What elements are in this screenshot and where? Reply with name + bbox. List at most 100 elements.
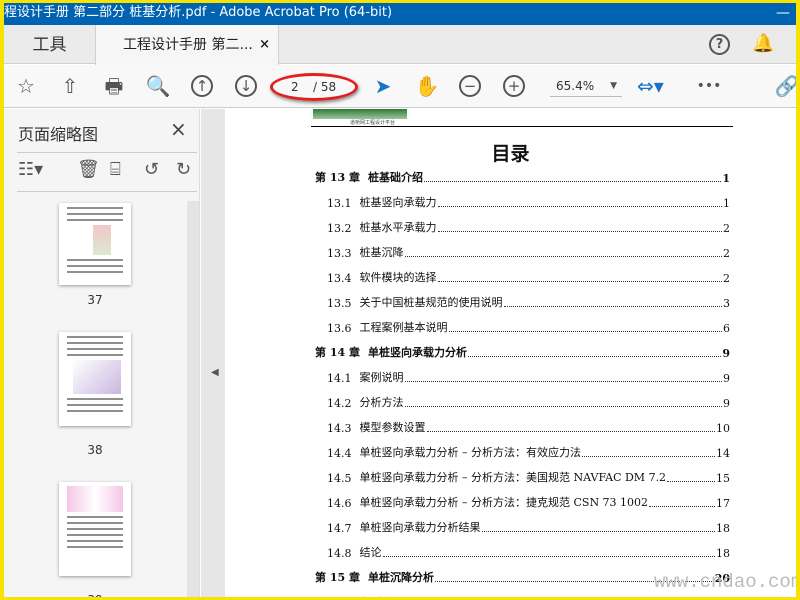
rotate-ccw-icon[interactable]: ↺ <box>144 159 159 180</box>
toc-entry[interactable]: 第 13 章桩基础介绍 1 <box>315 169 730 185</box>
hand-tool-icon[interactable]: ✋ <box>414 73 440 99</box>
toc-page: 2 <box>723 222 730 235</box>
toc-leader <box>437 231 722 232</box>
tab-bar: 工具 工程设计手册 第二... × ? 🔔 ⋮ <box>4 25 796 65</box>
toc-entry[interactable]: 13.4 软件模块的选择 2 <box>327 269 730 285</box>
toc-leader <box>404 406 722 407</box>
tab-document[interactable]: 工程设计手册 第二... × <box>95 25 279 65</box>
acrobat-window: 程设计手册 第二部分 桩基分析.pdf - Adobe Acrobat Pro … <box>4 3 796 597</box>
tab-tools[interactable]: 工具 <box>4 25 95 64</box>
toc-entry[interactable]: 14.2 分析方法 9 <box>327 394 730 410</box>
toc-number: 14.7 <box>327 522 352 535</box>
toc-page: 2 <box>723 247 730 260</box>
upload-cloud-icon[interactable]: ⇧ <box>57 73 83 99</box>
toc-label: 单桩竖向承载力分析 – 分析方法：美国规范 NAVFAC DM 7.2 <box>359 471 667 484</box>
toc-number: 14.5 <box>327 472 352 485</box>
bookmark-star-icon[interactable]: ☆ <box>13 73 39 99</box>
toc-number: 14.3 <box>327 422 352 435</box>
help-icon[interactable]: ? <box>709 34 730 55</box>
toc-page: 18 <box>716 522 730 535</box>
minimize-button[interactable]: — <box>776 3 790 23</box>
thumbnail-options-icon[interactable]: ☷▾ <box>18 159 43 180</box>
toc-entry[interactable]: 14.4 单桩竖向承载力分析 – 分析方法：有效应力法 14 <box>327 444 730 460</box>
toc-number: 第 15 章 <box>315 571 360 584</box>
toc-entry[interactable]: 14.3 模型参数设置 10 <box>327 419 730 435</box>
toc-number: 13.4 <box>327 272 352 285</box>
insert-page-icon[interactable]: ⌸ <box>110 159 121 180</box>
toc-leader <box>437 281 722 282</box>
toc-label: 桩基沉降 <box>359 246 404 259</box>
print-icon[interactable]: 🖶 <box>101 73 127 99</box>
panel-scrollbar[interactable] <box>187 201 199 597</box>
toc-label: 分析方法 <box>359 396 404 409</box>
thumbnail-page-38[interactable] <box>59 332 131 426</box>
toc-entry[interactable]: 13.1 桩基竖向承载力 1 <box>327 194 730 210</box>
toc-leader <box>423 181 722 182</box>
toc-entry[interactable]: 14.7 单桩竖向承载力分析结果 18 <box>327 519 730 535</box>
thumbnail-page-37[interactable] <box>59 203 131 285</box>
header-logo <box>313 109 407 119</box>
toc-entry[interactable]: 15.1案例说明20 <box>327 594 730 597</box>
zoom-in-icon[interactable]: + <box>503 75 525 97</box>
collapse-panel-icon[interactable]: ◀ <box>211 367 219 378</box>
toc-number: 第 14 章 <box>315 346 360 359</box>
toc-number: 14.2 <box>327 397 352 410</box>
close-panel-icon[interactable]: × <box>170 117 187 141</box>
current-page[interactable]: 2 <box>291 76 299 98</box>
toc-leader <box>437 206 722 207</box>
bell-icon[interactable]: 🔔 <box>752 33 774 54</box>
document-viewer: ◀ 道桥网工程设计平台 目录 第 13 章桩基础介绍 1 13.1 桩基竖向承载力 1 1… <box>201 109 796 597</box>
next-page-icon[interactable]: ↓ <box>235 75 257 97</box>
more-vertical-icon[interactable]: ⋮ <box>790 26 796 44</box>
rotate-cw-icon[interactable]: ↻ <box>176 159 191 180</box>
toolbar: ☆ ⇧ 🖶 🔍 ↑ ↓ 2 / 58 ➤ ✋ − + 65.4% ▼ ⇔▾ ••… <box>4 65 796 108</box>
toc-number: 第 13 章 <box>315 171 360 184</box>
toc-leader <box>404 256 722 257</box>
thumbnail-label: 39 <box>59 593 131 597</box>
toc-leader <box>448 331 722 332</box>
toc-number: 13.6 <box>327 322 352 335</box>
toc-page: 2 <box>723 272 730 285</box>
toc-entry[interactable]: 14.5 单桩竖向承载力分析 – 分析方法：美国规范 NAVFAC DM 7.2 1… <box>327 469 730 485</box>
toc-leader <box>649 506 715 507</box>
toc-label: 关于中国桩基规范的使用说明 <box>359 296 503 309</box>
page-number-field[interactable]: 2 / 58 <box>270 73 358 101</box>
zoom-select[interactable]: 65.4% ▼ <box>550 77 622 97</box>
select-cursor-icon[interactable]: ➤ <box>370 73 396 99</box>
zoom-out-icon[interactable]: − <box>459 75 481 97</box>
thumbnail-list: 37 38 39 <box>17 199 187 597</box>
share-link-icon[interactable]: 🔗 <box>774 73 796 99</box>
delete-page-icon[interactable]: 🗑 <box>77 159 100 180</box>
toc-number: 13.5 <box>327 297 352 310</box>
thumbnail-label: 37 <box>87 293 103 307</box>
toc-leader <box>481 531 715 532</box>
toc-page: 1 <box>722 172 730 185</box>
toc-entry[interactable]: 13.5 关于中国桩基规范的使用说明 3 <box>327 294 730 310</box>
toc-entry[interactable]: 13.6 工程案例基本说明 6 <box>327 319 730 335</box>
thumbnail-page-39[interactable] <box>59 482 131 576</box>
pdf-page: 道桥网工程设计平台 目录 第 13 章桩基础介绍 1 13.1 桩基竖向承载力 1 13.… <box>225 109 796 597</box>
toc-label: 结论 <box>359 546 382 559</box>
toc-entry[interactable]: 13.2 桩基水平承载力 2 <box>327 219 730 235</box>
toc-page: 14 <box>716 447 730 460</box>
toc-label: 单桩竖向承载力分析 <box>367 346 467 359</box>
toc-leader <box>503 306 722 307</box>
toc-number: 14.4 <box>327 447 352 460</box>
toc-entry[interactable]: 14.6 单桩竖向承载力分析 – 分析方法：捷克规范 CSN 73 1002 17 <box>327 494 730 510</box>
toc-entry[interactable]: 13.3 桩基沉降 2 <box>327 244 730 260</box>
toc-page: 1 <box>723 197 730 210</box>
toc-entry[interactable]: 第 14 章单桩竖向承载力分析 9 <box>315 344 730 360</box>
toc-page: 3 <box>723 297 730 310</box>
divider <box>17 152 197 153</box>
toc-page: 6 <box>723 322 730 335</box>
search-zoom-icon[interactable]: 🔍 <box>145 73 171 99</box>
toc-leader <box>426 431 715 432</box>
previous-page-icon[interactable]: ↑ <box>191 75 213 97</box>
toc-entry[interactable]: 14.8 结论 18 <box>327 544 730 560</box>
toc-entry[interactable]: 14.1 案例说明 9 <box>327 369 730 385</box>
toc-label: 单桩竖向承载力分析结果 <box>359 521 481 534</box>
close-tab-icon[interactable]: × <box>259 25 270 65</box>
more-tools-icon[interactable]: ••• <box>696 73 722 99</box>
fit-page-icon[interactable]: ⇔▾ <box>637 73 664 99</box>
toc-page: 9 <box>722 347 730 360</box>
